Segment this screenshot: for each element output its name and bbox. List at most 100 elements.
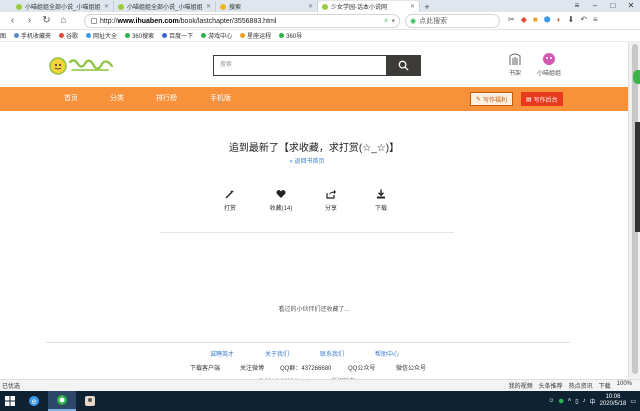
bookmark-item[interactable]: 图 [0, 31, 6, 40]
game-center-icon [201, 33, 207, 38]
minimize-icon[interactable]: – [586, 0, 604, 12]
game-icon[interactable]: ◐ [557, 15, 562, 24]
status-download[interactable]: 下载 [599, 381, 611, 390]
maximize-icon[interactable]: □ [604, 0, 622, 12]
side-panel-edge [635, 122, 640, 232]
magic-wand-icon [225, 189, 234, 199]
site-search-button[interactable] [386, 56, 420, 75]
side-floating-badge[interactable] [633, 70, 640, 84]
page-info-icon[interactable] [91, 18, 97, 24]
bookmark-item[interactable]: 360导 [279, 31, 302, 40]
status-headline[interactable]: 头条推荐 [539, 381, 563, 390]
write-backend-button[interactable]: ▤ 写作后台 [521, 92, 563, 106]
site-search-input[interactable]: 搜索 [214, 56, 386, 75]
bookmark-item[interactable]: 谷歌 [59, 31, 78, 40]
bookmark-item[interactable]: 游戏中心 [201, 31, 232, 40]
close-window-icon[interactable]: ✕ [622, 0, 640, 12]
bookmarks-bar: 图 手机收藏夹 谷歌 网址大全 360搜索 百度一下 游戏中心 星座运程 360… [0, 30, 640, 42]
undo-icon[interactable]: ↶ [580, 15, 587, 24]
taskbar-clock[interactable]: 10:06 2020/5/18 [600, 394, 627, 408]
keyboard-icon[interactable]: 中 [590, 397, 596, 406]
taskbar-ie-icon[interactable]: e [20, 391, 48, 411]
also-favorited-message: 看过的小伙伴们还收藏了... [278, 307, 350, 313]
download-manager-icon[interactable]: ⬇ [568, 15, 575, 24]
network-icon[interactable]: ▯ [575, 398, 578, 405]
bookmark-item[interactable]: 星座运程 [240, 31, 271, 40]
bookmark-item[interactable]: 百度一下 [162, 31, 193, 40]
tab-label: 搜索 [229, 5, 242, 11]
taskbar-360-browser-icon[interactable] [48, 391, 76, 411]
bookmark-item[interactable]: 网址大全 [86, 31, 117, 40]
favicon-icon [118, 3, 124, 10]
browser-search-box[interactable]: ◉ 点此搜索 [405, 14, 500, 28]
footer-link-help[interactable]: 帮助中心 [375, 349, 399, 358]
extension-icon[interactable]: ■ [533, 15, 538, 24]
shield-icon[interactable]: ⬢ [559, 398, 564, 405]
volume-icon[interactable]: ♪ [583, 398, 586, 404]
menu-mobile[interactable]: 手机版 [210, 87, 231, 111]
bookmark-item[interactable]: 手机收藏夹 [14, 31, 51, 40]
forward-arrow-icon[interactable]: › [23, 14, 36, 27]
footer-link-about[interactable]: 关于我们 [265, 349, 289, 358]
close-tab-icon[interactable]: ✕ [410, 3, 415, 10]
tip-button[interactable]: 打赏 [210, 189, 250, 212]
menu-ranking[interactable]: 排行榜 [156, 87, 177, 111]
browser-tab-4-active[interactable]: 少女学园-话本小说网 ✕ [318, 1, 420, 12]
status-my-video[interactable]: 我的视频 [509, 381, 533, 390]
close-tab-icon[interactable]: ✕ [104, 3, 109, 10]
phone-icon [14, 33, 20, 38]
favicon-icon [16, 3, 22, 10]
star-icon [240, 33, 246, 38]
address-bar[interactable]: http://www.ihuaben.com/book/lastchapter/… [84, 14, 400, 28]
system-tray: ☺ ⬢ ˄ ▯ ♪ 中 10:06 2020/5/18 ▭ [548, 394, 640, 408]
notification-icon[interactable]: ▭ [630, 398, 636, 405]
main-content: 追到最新了【求收藏，求打赏(☆_☆)】 « 返回书首页 打赏 收藏(14) 分享… [0, 111, 628, 385]
dropdown-icon[interactable]: ▾ [391, 17, 395, 25]
user-profile-link[interactable]: 小喵姐姐 [534, 52, 564, 77]
menu-category[interactable]: 分类 [110, 87, 124, 111]
more-icon[interactable]: ≡ [593, 15, 598, 24]
menu-icon[interactable]: ≡ [568, 0, 586, 12]
browser-tab-bar: 小喵姐姐全部小说_小喵姐姐 ✕ 小喵姐姐全部小说_小喵姐姐 ✕ 搜索 ✕ 少女学园-话… [0, 0, 640, 12]
chapter-title: 追到最新了【求收藏，求打赏(☆_☆)】 [228, 143, 400, 154]
home-icon[interactable]: ⌂ [57, 14, 70, 27]
menu-home[interactable]: 首页 [64, 87, 78, 111]
reload-icon[interactable]: ↻ [40, 14, 53, 27]
browser-tab-3[interactable]: 搜索 ✕ [216, 1, 318, 12]
bookshelf-link[interactable]: 书架 [500, 52, 530, 77]
bookmark-item[interactable]: 360搜索 [125, 31, 154, 40]
close-tab-icon[interactable]: ✕ [308, 3, 313, 10]
new-tab-button[interactable]: + [420, 1, 434, 12]
close-tab-icon[interactable]: ✕ [206, 3, 211, 10]
browser-tab-1[interactable]: 小喵姐姐全部小说_小喵姐姐 ✕ [12, 1, 114, 12]
footer-link-jobs[interactable]: 诚聘英才 [210, 349, 234, 358]
windows-start-icon[interactable] [0, 391, 20, 411]
gamepad-icon[interactable]: ◆ [521, 15, 527, 24]
bookshelf-icon [509, 53, 521, 65]
status-zoom[interactable]: 100% [617, 381, 632, 390]
write-novel-button[interactable]: ✎ 写作福利 [470, 92, 514, 106]
site-logo[interactable] [48, 56, 120, 76]
shield-icon[interactable]: ⬢ [544, 15, 551, 24]
search-engine-icon[interactable]: ◉ [410, 17, 416, 25]
favorite-button[interactable]: 收藏(14) [261, 189, 301, 212]
taskbar-app-icon[interactable] [76, 391, 104, 411]
scissors-icon[interactable]: ✂ [508, 15, 515, 24]
address-url[interactable]: http://www.ihuaben.com/book/lastchapter/… [100, 18, 276, 25]
footer-follow-weibo[interactable]: 关注微博 [240, 363, 264, 372]
footer-link-contact[interactable]: 联系我们 [320, 349, 344, 358]
footer-qq-official[interactable]: QQ公众号 [348, 363, 375, 372]
site-header: 搜索 书架 小喵姐姐 [0, 42, 628, 87]
back-to-book-link[interactable]: « 返回书首页 [0, 156, 614, 165]
360-icon [279, 33, 285, 38]
footer-download-client[interactable]: 下载客户端 [190, 363, 220, 372]
browser-tab-2[interactable]: 小喵姐姐全部小说_小喵姐姐 ✕ [114, 1, 216, 12]
status-hot-news[interactable]: 热点资讯 [569, 381, 593, 390]
download-button[interactable]: 下载 [361, 189, 401, 212]
lightning-icon[interactable]: ⚡ [384, 17, 389, 25]
chevron-up-icon[interactable]: ˄ [568, 398, 572, 404]
footer-wechat-official[interactable]: 微信公众号 [396, 363, 426, 372]
back-arrow-icon[interactable]: ‹ [6, 14, 19, 27]
people-icon[interactable]: ☺ [548, 398, 554, 404]
share-button[interactable]: 分享 [311, 189, 351, 212]
